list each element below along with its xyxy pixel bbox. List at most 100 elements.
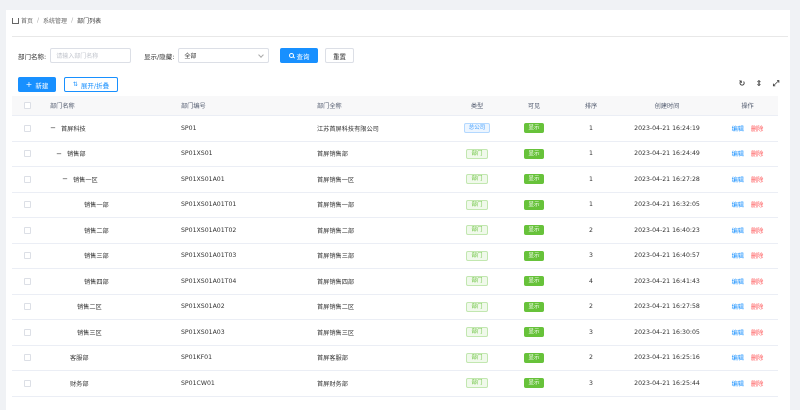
- edit-link[interactable]: 编辑: [732, 251, 744, 260]
- department-full-name: 首屏销售二部: [317, 227, 355, 235]
- department-full-name: 首屏财务部: [317, 380, 348, 388]
- row-checkbox[interactable]: [23, 354, 31, 362]
- department-name: 销售一部: [84, 202, 109, 210]
- header-full-name: 部门全称: [317, 103, 342, 110]
- row-checkbox[interactable]: [23, 175, 31, 183]
- sort-value: 4: [589, 277, 593, 285]
- table-row: − 销售一区 SP01XS01A01 首屏销售一区 部门 显示 1 2023-0…: [12, 167, 778, 193]
- header-ops: 操作: [741, 103, 754, 110]
- row-checkbox[interactable]: [23, 379, 31, 387]
- type-cell: 总公司: [451, 123, 503, 134]
- name-cell: 财务部: [42, 379, 179, 388]
- department-full-name: 首屏销售二区: [317, 304, 355, 312]
- name-cell: 销售三区: [42, 328, 179, 337]
- edit-link[interactable]: 编辑: [732, 124, 744, 133]
- sort-value: 3: [589, 252, 593, 260]
- search-icon: [288, 53, 294, 58]
- department-name: 销售二区: [77, 304, 102, 312]
- created-time: 2023-04-21 16:32:05: [634, 201, 700, 209]
- sort-value: 1: [589, 201, 593, 209]
- refresh-icon[interactable]: ↻: [738, 80, 746, 88]
- name-filter-input[interactable]: 请输入部门名称: [50, 48, 132, 63]
- edit-link[interactable]: 编辑: [732, 149, 744, 158]
- type-tag: 部门: [466, 352, 488, 363]
- ops-cell: 编辑 删除: [717, 302, 778, 311]
- ops-cell: 编辑 删除: [717, 124, 778, 133]
- created-time: 2023-04-21 16:25:16: [634, 354, 700, 362]
- type-tag: 部门: [466, 327, 488, 338]
- add-button[interactable]: + 新建: [18, 77, 56, 92]
- fullscreen-icon[interactable]: ⤢: [772, 80, 780, 88]
- table-row: 销售三区 SP01XS01A03 首屏销售三区 部门 显示 3 2023-04-…: [12, 320, 778, 346]
- column-height-icon[interactable]: ⇕: [755, 80, 763, 88]
- type-tag: 部门: [466, 199, 488, 210]
- name-cell: − 首屏科技: [42, 124, 179, 133]
- edit-link[interactable]: 编辑: [732, 302, 744, 311]
- type-tag: 总公司: [463, 123, 491, 134]
- collapse-icon[interactable]: −: [62, 175, 68, 183]
- delete-link[interactable]: 删除: [751, 302, 763, 311]
- delete-link[interactable]: 删除: [751, 353, 763, 362]
- row-checkbox[interactable]: [23, 150, 31, 158]
- row-checkbox[interactable]: [23, 226, 31, 234]
- edit-link[interactable]: 编辑: [732, 379, 744, 388]
- department-name: 销售一区: [73, 176, 98, 184]
- select-all-checkbox[interactable]: [23, 102, 31, 109]
- edit-link[interactable]: 编辑: [732, 277, 744, 286]
- table-toolbar: ↻ ⇕ ⤢: [738, 80, 780, 88]
- visibility-select-value: 全部: [184, 53, 197, 60]
- row-checkbox[interactable]: [23, 124, 31, 132]
- delete-link[interactable]: 删除: [751, 251, 763, 260]
- row-checkbox[interactable]: [23, 201, 31, 209]
- breadcrumb-home[interactable]: 首页: [21, 16, 33, 25]
- breadcrumb-separator: /: [71, 17, 74, 24]
- edit-link[interactable]: 编辑: [732, 175, 744, 184]
- row-checkbox[interactable]: [23, 328, 31, 336]
- visibility-select[interactable]: 全部: [178, 48, 270, 63]
- sort-value: 1: [589, 124, 593, 132]
- sort-icon: ⇅: [72, 81, 78, 88]
- collapse-icon[interactable]: −: [50, 124, 56, 132]
- delete-link[interactable]: 删除: [751, 226, 763, 235]
- delete-link[interactable]: 删除: [751, 379, 763, 388]
- visible-cell: 显示: [503, 123, 565, 134]
- breadcrumb-current: 部门列表: [77, 18, 102, 25]
- department-name: 财务部: [70, 380, 89, 388]
- search-button[interactable]: 查询: [280, 48, 318, 63]
- table-header: 部门名称 部门编号 部门全称 类型 可见 排序 创建时间 操作: [12, 96, 778, 116]
- breadcrumb-system[interactable]: 系统管理: [43, 16, 67, 25]
- expand-collapse-button[interactable]: ⇅ 展开/折叠: [64, 77, 118, 92]
- name-cell: − 销售部: [42, 149, 179, 159]
- ops-cell: 编辑 删除: [717, 328, 778, 337]
- edit-link[interactable]: 编辑: [732, 328, 744, 337]
- delete-link[interactable]: 删除: [751, 200, 763, 209]
- row-checkbox[interactable]: [23, 303, 31, 311]
- ops-cell: 编辑 删除: [717, 277, 778, 286]
- row-checkbox[interactable]: [23, 252, 31, 260]
- name-cell: 销售四部: [42, 277, 179, 286]
- delete-link[interactable]: 删除: [751, 277, 763, 286]
- edit-link[interactable]: 编辑: [732, 200, 744, 209]
- reset-button[interactable]: 重置: [325, 48, 354, 63]
- created-time: 2023-04-21 16:40:57: [634, 252, 700, 260]
- type-cell: 部门: [451, 148, 503, 159]
- visible-cell: 显示: [503, 276, 565, 287]
- type-cell: 部门: [451, 352, 503, 363]
- delete-link[interactable]: 删除: [751, 149, 763, 158]
- delete-link[interactable]: 删除: [751, 328, 763, 337]
- row-checkbox[interactable]: [23, 277, 31, 285]
- table-row: 销售二部 SP01XS01A01T02 首屏销售二部 部门 显示 2 2023-…: [12, 218, 778, 244]
- department-full-name: 首屏销售一区: [317, 176, 355, 184]
- edit-link[interactable]: 编辑: [732, 353, 744, 362]
- sort-value: 3: [589, 379, 593, 387]
- delete-link[interactable]: 删除: [751, 124, 763, 133]
- sort-value: 2: [589, 226, 593, 234]
- delete-link[interactable]: 删除: [751, 175, 763, 184]
- collapse-icon[interactable]: −: [56, 150, 62, 158]
- edit-link[interactable]: 编辑: [732, 226, 744, 235]
- row-select-cell: [12, 379, 42, 387]
- type-cell: 部门: [451, 378, 503, 389]
- visible-tag: 显示: [524, 225, 544, 236]
- table-row: 销售三部 SP01XS01A01T03 首屏销售三部 部门 显示 3 2023-…: [12, 244, 778, 269]
- table-row: 销售四部 SP01XS01A01T04 首屏销售四部 部门 显示 4 2023-…: [12, 269, 778, 295]
